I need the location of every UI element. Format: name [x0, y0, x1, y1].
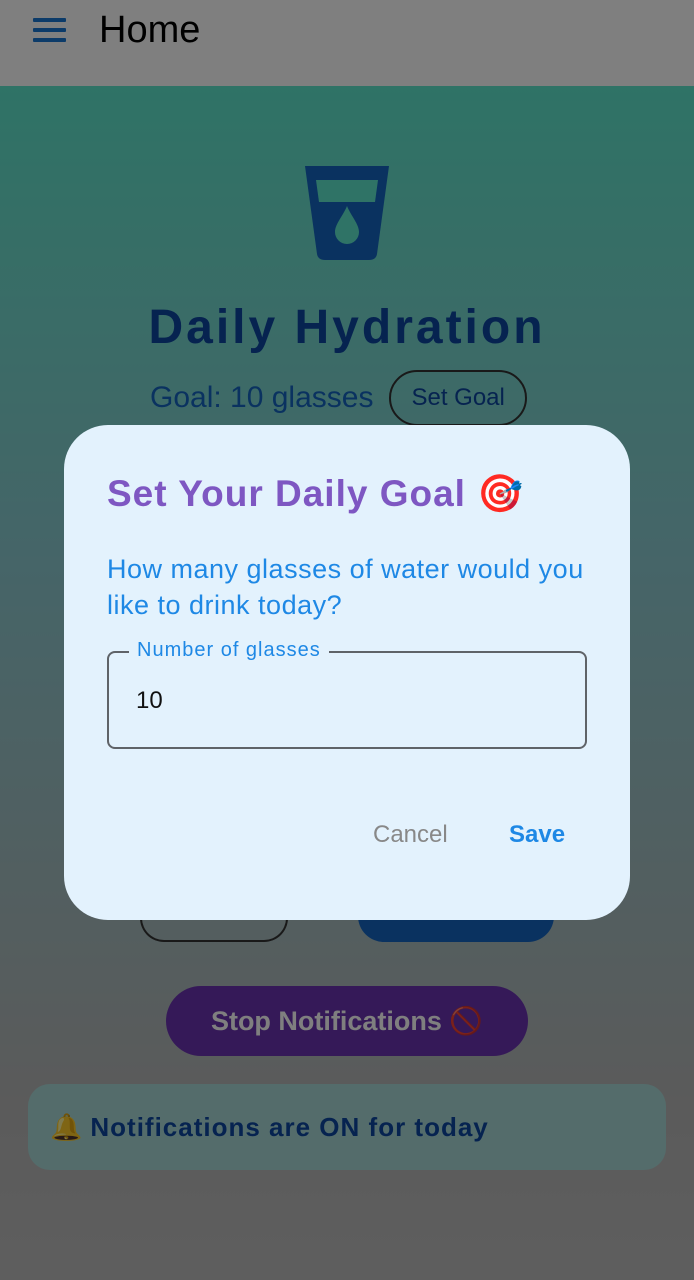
dialog-title: Set Your Daily Goal 🎯 [107, 473, 525, 514]
set-goal-dialog: Set Your Daily Goal 🎯 How many glasses o… [64, 425, 630, 920]
glasses-count-label: Number of glasses [129, 639, 329, 662]
cancel-button[interactable]: Cancel [373, 821, 448, 849]
glasses-count-input[interactable]: Number of glasses 10 [107, 639, 587, 749]
save-button[interactable]: Save [509, 821, 565, 849]
glasses-count-value[interactable]: 10 [136, 687, 163, 715]
dialog-message: How many glasses of water would you like… [107, 554, 584, 620]
